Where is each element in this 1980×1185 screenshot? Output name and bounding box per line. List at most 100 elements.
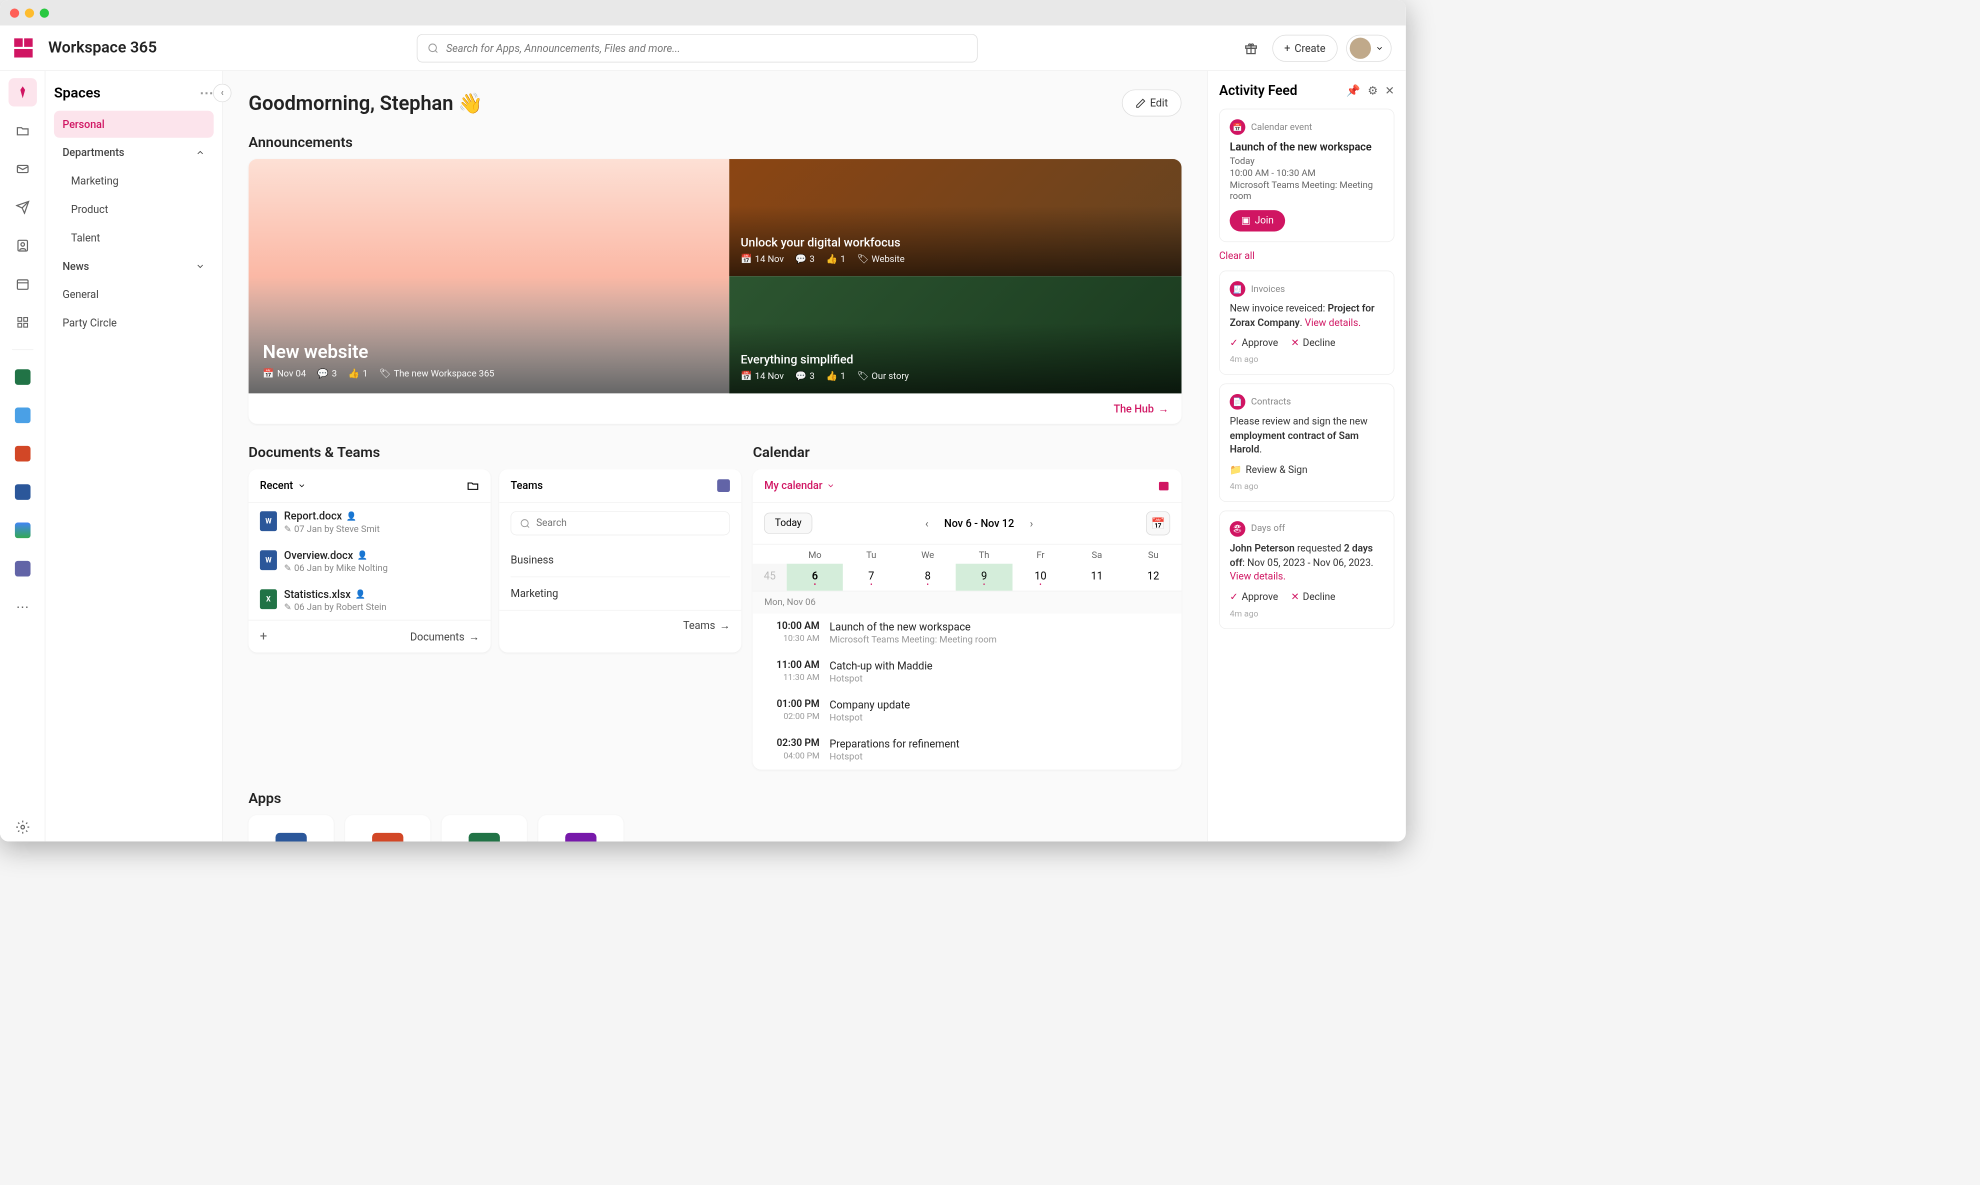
- search-icon: [428, 42, 439, 53]
- approve-button[interactable]: ✓ Approve: [1230, 337, 1278, 348]
- view-details-link[interactable]: View details.: [1230, 571, 1286, 582]
- sidebar-item-marketing[interactable]: Marketing: [54, 168, 214, 195]
- minimize-window[interactable]: [25, 8, 34, 17]
- folder-icon[interactable]: [467, 479, 480, 492]
- search-input[interactable]: [446, 42, 967, 55]
- close-icon[interactable]: ✕: [1385, 84, 1395, 97]
- close-window[interactable]: [10, 8, 19, 17]
- pin-icon[interactable]: 📌: [1346, 84, 1360, 97]
- join-meeting-button[interactable]: ▣ Join: [1230, 210, 1285, 231]
- rail-mail-icon[interactable]: [8, 155, 36, 183]
- calendar-event[interactable]: 02:30 PM04:00 PM Preparations for refine…: [753, 731, 1182, 770]
- edit-button[interactable]: Edit: [1122, 89, 1182, 116]
- sidebar-item-news[interactable]: News: [54, 253, 214, 280]
- search-icon: [520, 518, 531, 529]
- announcements-title: Announcements: [249, 133, 1182, 150]
- approve-button[interactable]: ✓ Approve: [1230, 591, 1278, 602]
- rail-more-icon[interactable]: ⋯: [8, 593, 36, 621]
- rail-rocket-icon[interactable]: [8, 78, 36, 106]
- document-row[interactable]: W Report.docx 👤 ✎ 07 Jan by Steve Smit: [249, 503, 491, 542]
- view-details-link[interactable]: View details.: [1305, 317, 1361, 328]
- top-bar: Workspace 365 + Create: [0, 26, 1406, 71]
- document-row[interactable]: X Statistics.xlsx 👤 ✎ 06 Jan by Robert S…: [249, 581, 491, 620]
- teams-link[interactable]: Teams →: [683, 619, 730, 632]
- sidebar-item-product[interactable]: Product: [54, 196, 214, 223]
- calendar-dropdown[interactable]: My calendar: [764, 479, 835, 492]
- arrow-right-icon: →: [1158, 403, 1169, 416]
- app-card-powerpoint[interactable]: P PowerPoint: [345, 815, 430, 841]
- cal-day[interactable]: 7: [843, 564, 899, 591]
- rail-app-todo[interactable]: [8, 401, 36, 429]
- calendar-event[interactable]: 11:00 AM11:30 AM Catch-up with MaddieHot…: [753, 652, 1182, 691]
- sidebar-item-general[interactable]: General: [54, 281, 214, 308]
- rail-app-maps[interactable]: [8, 516, 36, 544]
- cal-day[interactable]: 9: [956, 564, 1012, 591]
- spaces-title: Spaces: [54, 84, 101, 101]
- spaces-menu-icon[interactable]: ⋯: [200, 84, 214, 101]
- cal-day[interactable]: 6: [787, 564, 843, 591]
- rail-folder-icon[interactable]: [8, 116, 36, 144]
- word-file-icon: W: [260, 511, 277, 531]
- next-week-button[interactable]: ›: [1027, 514, 1036, 533]
- calendar-icon[interactable]: [1157, 479, 1170, 492]
- sidebar-item-talent[interactable]: Talent: [54, 224, 214, 251]
- rail-settings-icon[interactable]: [8, 813, 36, 841]
- sidebar-item-personal[interactable]: Personal: [54, 111, 214, 138]
- team-item[interactable]: Marketing: [499, 577, 741, 610]
- decline-button[interactable]: ✕ Decline: [1291, 337, 1335, 348]
- arrow-right-icon: →: [469, 630, 480, 643]
- review-sign-button[interactable]: 📁 Review & Sign: [1230, 464, 1308, 475]
- app-logo: [14, 38, 34, 58]
- pencil-icon: [1135, 98, 1146, 109]
- rail-app-teams[interactable]: [8, 555, 36, 583]
- rail-grid-icon[interactable]: [8, 308, 36, 336]
- global-search[interactable]: [417, 34, 978, 62]
- document-row[interactable]: W Overview.docx 👤 ✎ 06 Jan by Mike Nolti…: [249, 542, 491, 581]
- prev-week-button[interactable]: ‹: [922, 514, 931, 533]
- documents-link[interactable]: Documents →: [410, 630, 479, 643]
- rail-app-powerpoint[interactable]: [8, 439, 36, 467]
- gift-icon[interactable]: [1238, 35, 1264, 61]
- calendar-view-button[interactable]: 📅: [1146, 511, 1170, 535]
- teams-search[interactable]: [511, 511, 730, 535]
- rail-calendar-icon[interactable]: [8, 270, 36, 298]
- calendar-event[interactable]: 10:00 AM10:30 AM Launch of the new works…: [753, 613, 1182, 652]
- user-menu[interactable]: [1346, 34, 1391, 61]
- activity-title: Activity Feed: [1219, 82, 1297, 98]
- settings-icon[interactable]: ⚙: [1368, 84, 1378, 97]
- decline-button[interactable]: ✕ Decline: [1291, 591, 1335, 602]
- rail-app-word[interactable]: [8, 478, 36, 506]
- app-card-onenote[interactable]: N OneNote: [538, 815, 623, 841]
- sidebar-item-party-circle[interactable]: Party Circle: [54, 310, 214, 337]
- announcement-small-1[interactable]: Unlock your digital workfocus 📅 14 Nov 💬…: [729, 159, 1181, 276]
- announcement-small-2[interactable]: Everything simplified 📅 14 Nov 💬 3 👍 1 🏷…: [729, 276, 1181, 393]
- app-card-word[interactable]: W Word: [249, 815, 334, 841]
- rail-contacts-icon[interactable]: [8, 231, 36, 259]
- collapse-panel-button[interactable]: ‹: [213, 84, 231, 102]
- cal-day[interactable]: 12: [1125, 564, 1181, 591]
- maximize-window[interactable]: [40, 8, 49, 17]
- plus-icon: +: [1284, 42, 1290, 55]
- rail-send-icon[interactable]: [8, 193, 36, 221]
- rail-app-excel[interactable]: [8, 363, 36, 391]
- teams-card: Teams Business Marketing: [499, 469, 741, 652]
- announcement-featured[interactable]: New website 📅 Nov 04 💬 3 👍 1 🏷 The new W…: [249, 159, 730, 393]
- calendar-card: My calendar Today ‹ Nov 6 - Nov 12 ›: [753, 469, 1182, 769]
- team-item[interactable]: Business: [499, 544, 741, 577]
- window-titlebar: [0, 0, 1406, 26]
- date-range: Nov 6 - Nov 12: [944, 517, 1014, 530]
- sidebar-item-departments[interactable]: Departments: [54, 139, 214, 166]
- add-document-button[interactable]: +: [260, 629, 267, 644]
- app-card-excel[interactable]: X Excel: [442, 815, 527, 841]
- cal-day[interactable]: 11: [1069, 564, 1125, 591]
- documents-recent-dropdown[interactable]: Recent: [260, 479, 306, 492]
- clear-all-link[interactable]: Clear all: [1219, 251, 1394, 262]
- create-button[interactable]: + Create: [1272, 34, 1337, 61]
- hub-link[interactable]: The Hub →: [1114, 403, 1169, 416]
- cal-day[interactable]: 10: [1012, 564, 1068, 591]
- today-button[interactable]: Today: [764, 513, 812, 534]
- cal-day[interactable]: 8: [899, 564, 955, 591]
- calendar-subheader: Mon, Nov 06: [753, 591, 1182, 613]
- calendar-event[interactable]: 01:00 PM02:00 PM Company updateHotspot: [753, 692, 1182, 731]
- documents-teams-title: Documents & Teams: [249, 444, 742, 461]
